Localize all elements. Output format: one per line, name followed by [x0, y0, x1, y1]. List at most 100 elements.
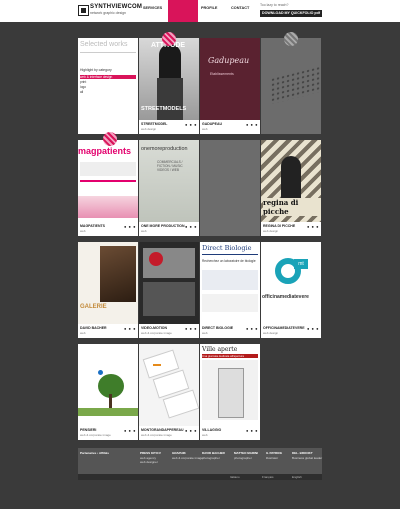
work-title: MONTGRANDAPPEREAU: [141, 428, 184, 432]
footer-david-bacher[interactable]: DAVID BACHER photographer: [202, 451, 225, 460]
footer-press-kit[interactable]: PRESS KIT/CV web agency web designer: [140, 451, 161, 465]
work-category: web: [80, 229, 86, 233]
thumb-title: officinamediatevere: [262, 294, 309, 300]
lang-english[interactable]: English: [292, 475, 302, 480]
category-print[interactable]: print: [80, 80, 86, 84]
work-title: MAGPATIENTS: [80, 224, 105, 228]
category-web[interactable]: web & interface design: [80, 75, 136, 79]
footer-graphik[interactable]: GRAPHIK web & corporate image: [172, 451, 203, 460]
work-category: web: [141, 229, 147, 233]
work-card-placeholder[interactable]: [261, 38, 321, 134]
site-logo[interactable]: SYNTHVIEWCOM network graphic design: [78, 4, 142, 18]
thumb-subtitle: Recherchez un laboratoire de biologie: [202, 259, 256, 263]
work-title: STREETMODEL: [141, 122, 168, 126]
work-category: web: [202, 433, 208, 437]
logo-tagline: network graphic design: [90, 11, 126, 15]
thumbnail: [78, 344, 138, 426]
nav-dots-icon[interactable]: ● ● ●: [185, 326, 197, 331]
work-card-davidbacher[interactable]: GALERIE DAVID BACHER web ● ● ●: [78, 242, 138, 338]
nav-services[interactable]: SERVICES: [140, 0, 168, 22]
thumb-subtitle: mt: [294, 259, 308, 269]
new-badge-icon: [284, 32, 298, 46]
work-category: web & corporate image: [80, 433, 111, 437]
nav-dots-icon[interactable]: ● ● ●: [124, 428, 136, 433]
work-card-directbiologie[interactable]: Direct Biologie Recherchez un laboratoir…: [200, 242, 260, 338]
thumbnail: [139, 344, 199, 426]
nav-profile[interactable]: PROFILE: [198, 0, 226, 22]
work-category: web: [202, 127, 208, 131]
new-badge-icon: [162, 32, 176, 46]
work-category: web & corporate image: [141, 331, 172, 335]
selected-works-title: Selected works: [80, 41, 128, 48]
nav-dots-icon[interactable]: ● ● ●: [185, 224, 197, 229]
work-title: OFFICINAMEDIATEVERE: [263, 326, 305, 330]
work-title: REGINA DI PICCHE: [263, 224, 296, 228]
logo-icon: [78, 5, 89, 16]
work-title: DAVID BACHER: [80, 326, 107, 330]
thumbnail: GALERIE: [78, 242, 138, 324]
category-all[interactable]: all: [80, 90, 83, 94]
work-category: web design: [263, 229, 279, 233]
info-icon: [98, 370, 103, 375]
footer-il-patrice[interactable]: IL PATRICE illustrator: [266, 451, 282, 460]
work-card-magpatients[interactable]: magpatients MAGPATIENTS web ● ● ●: [78, 140, 138, 236]
thumb-title: Gadupeau: [208, 56, 250, 65]
hire-text: Too lazy to reach?: [260, 3, 289, 7]
work-card-pensieri[interactable]: PENSIERI web & corporate image ● ● ●: [78, 344, 138, 440]
work-card-gadupeau[interactable]: Gadupeau Etablissements GADUPEAU web ● ●…: [200, 38, 260, 134]
lang-francais[interactable]: Français: [262, 475, 274, 480]
nav-home[interactable]: [168, 0, 198, 22]
thumbnail: mt officinamediatevere: [261, 242, 321, 324]
thumb-subtitle: STREETMODELS: [141, 106, 187, 112]
nav-contact[interactable]: CONTACT: [228, 0, 258, 22]
nav-dots-icon[interactable]: ● ● ●: [307, 326, 319, 331]
thumb-title: Direct Biologie: [202, 244, 252, 252]
work-card-streetmodel[interactable]: ATTITUDE STREETMODELS STREETMODEL web de…: [139, 38, 199, 134]
nav-dots-icon[interactable]: ● ● ●: [246, 122, 258, 127]
footer-matteo-marini[interactable]: MATTEO MARINI photographer: [234, 451, 258, 460]
footer-language-bar: Italiano Français English: [78, 474, 322, 480]
selected-works-panel: Selected works Highlight by category web…: [78, 38, 138, 134]
thumb-subtitle: COMMERCIALS / FICTION / MUSIC VIDEOS / W…: [157, 160, 183, 172]
work-title: VILLAGGIO: [202, 428, 222, 432]
nav-dots-icon[interactable]: ● ● ●: [246, 428, 258, 433]
work-category: web design: [141, 127, 157, 131]
work-category: web: [80, 331, 86, 335]
logo-name: SYNTHVIEWCOM: [90, 4, 143, 10]
nav-dots-icon[interactable]: ● ● ●: [124, 224, 136, 229]
thumbnail: onemoreproduction COMMERCIALS / FICTION …: [139, 140, 199, 222]
category-heading: Highlight by category: [80, 68, 112, 72]
work-category: web design: [263, 331, 279, 335]
footer-del-brookt[interactable]: DEL. BROOKT Business global leader: [292, 451, 322, 460]
nav-dots-icon[interactable]: ● ● ●: [307, 224, 319, 229]
nav-dots-icon[interactable]: ● ● ●: [185, 122, 197, 127]
work-card-regina[interactable]: regina di picche REGINA DI PICCHE web de…: [261, 140, 321, 236]
work-card-villaggio[interactable]: Ville aperte Una giornata dedicata all'a…: [200, 344, 260, 440]
nav-dots-icon[interactable]: ● ● ●: [246, 326, 258, 331]
work-card-videomotion[interactable]: VIDEO-MOTION web & corporate image ● ● ●: [139, 242, 199, 338]
work-title: PENSIERI: [80, 428, 97, 432]
work-card-placeholder[interactable]: [200, 140, 260, 236]
nav-dots-icon[interactable]: ● ● ●: [185, 428, 197, 433]
thumbnail: [139, 242, 199, 324]
footer-partners[interactable]: Partenaires • Affiliés: [80, 451, 109, 456]
work-card-onemoreproduction[interactable]: onemoreproduction COMMERCIALS / FICTION …: [139, 140, 199, 236]
work-category: web: [202, 331, 208, 335]
work-card-officinamedia[interactable]: mt officinamediatevere OFFICINAMEDIATEVE…: [261, 242, 321, 338]
nav-dots-icon[interactable]: ● ● ●: [124, 326, 136, 331]
category-logo[interactable]: logo: [80, 85, 86, 89]
thumb-subtitle: Una giornata dedicata all'apertura: [202, 354, 258, 358]
thumb-title: onemoreproduction: [141, 146, 188, 152]
thumb-title: regina di picche: [263, 198, 321, 216]
thumb-title: Ville aperte: [202, 346, 238, 353]
download-quickfolio-button[interactable]: DOWNLOAD MY QUICKFOLIO pdf: [260, 10, 322, 17]
top-bar: SYNTHVIEWCOM network graphic design SERV…: [0, 0, 400, 22]
dot-pattern: [271, 65, 321, 105]
lang-italiano[interactable]: Italiano: [230, 475, 240, 480]
footer: Partenaires • Affiliés PRESS KIT/CV web a…: [78, 448, 322, 474]
work-category: web & corporate image: [141, 433, 172, 437]
work-card-montgrand[interactable]: MONTGRANDAPPEREAU web & corporate image …: [139, 344, 199, 440]
work-title: ONE MORE PRODUCTION: [141, 224, 185, 228]
thumbnail: magpatients: [78, 140, 138, 222]
thumb-subtitle: Etablissements: [210, 72, 234, 76]
